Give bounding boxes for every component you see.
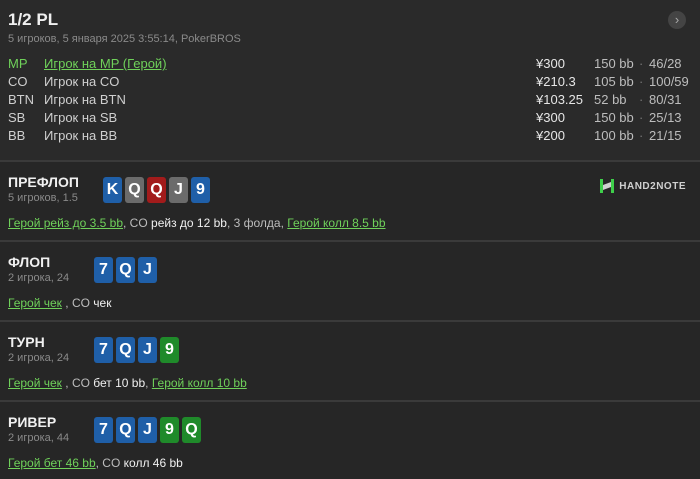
player-stack: ¥200 (536, 128, 565, 143)
action-separator: , CO (123, 216, 152, 230)
playing-card: J (169, 177, 188, 203)
player-row-co: CO Игрок на CO ¥210.3 105 bb · 100/59 (8, 73, 689, 91)
playing-card: 7 (94, 257, 113, 283)
player-stack-bb: 100 bb (594, 128, 634, 143)
playing-card: Q (116, 337, 135, 363)
playing-card: J (138, 417, 157, 443)
playing-card: K (103, 177, 122, 203)
player-stats: 100/59 (649, 74, 689, 89)
playing-card: Q (125, 177, 144, 203)
player-stack: ¥210.3 (536, 74, 576, 89)
hand-title: 1/2 PL (8, 10, 59, 29)
player-stack-bb: 105 bb (594, 74, 634, 89)
hand2note-logo-text: HAND2NOTE (619, 180, 686, 192)
player-stack: ¥300 (536, 56, 565, 71)
hero-action[interactable]: Герой чек (8, 376, 62, 390)
playing-card: 9 (191, 177, 210, 203)
player-position: BB (8, 128, 26, 143)
street-info: 5 игроков, 1.5 (8, 192, 78, 204)
playing-card: 9 (160, 417, 179, 443)
street-name: ТУРН (8, 334, 45, 350)
flop-cards: 7 Q J (94, 257, 157, 283)
player-row-mp: MP Игрок на MP (Герой) ¥300 150 bb · 46/… (8, 55, 688, 73)
hero-action[interactable]: Герой колл 8.5 bb (287, 216, 385, 230)
street-name: ФЛОП (8, 254, 51, 270)
opponent-action: чек (93, 296, 112, 310)
playing-card: 7 (94, 417, 113, 443)
stat-separator: · (639, 74, 644, 89)
hand-subtitle: 5 игроков, 5 января 2025 3:55:14, PokerB… (8, 33, 241, 45)
street-flop: ФЛОП 2 игрока, 24 7 Q J Герой чек , CO ч… (0, 242, 700, 322)
street-name: ПРЕФЛОП (8, 174, 79, 190)
playing-card: Q (116, 417, 135, 443)
stat-separator: · (639, 92, 644, 107)
player-stats: 25/13 (649, 110, 682, 125)
player-name: Игрок на SB (44, 110, 118, 125)
action-separator: , CO (61, 296, 94, 310)
stat-separator: · (639, 110, 644, 125)
playing-card: J (138, 337, 157, 363)
action-separator: , (145, 376, 152, 390)
street-actions: Герой рейз до 3.5 bb, CO рейз до 12 bb, … (8, 216, 386, 230)
street-river: РИВЕР 2 игрока, 44 7 Q J 9 Q Герой бет 4… (0, 402, 700, 479)
street-name: РИВЕР (8, 414, 57, 430)
player-row-bb: BB Игрок на BB ¥200 100 bb · 21/15 (8, 127, 688, 145)
street-preflop: ПРЕФЛОП 5 игроков, 1.5 K Q Q J 9 HAND2NO… (0, 162, 700, 242)
player-stack-bb: 52 bb (594, 92, 627, 107)
playing-card: J (138, 257, 157, 283)
street-info: 2 игрока, 24 (8, 352, 70, 364)
hand2note-logo: HAND2NOTE (599, 178, 686, 194)
street-info: 2 игрока, 24 (8, 272, 70, 284)
hero-action[interactable]: Герой рейз до 3.5 bb (8, 216, 123, 230)
opponent-action: колл 46 bb (123, 456, 183, 470)
hero-action[interactable]: Герой колл 10 bb (152, 376, 247, 390)
player-stats: 21/15 (649, 128, 682, 143)
chevron-right-icon[interactable]: › (668, 11, 686, 29)
player-name: Игрок на BTN (44, 92, 126, 107)
action-separator: , CO (61, 376, 94, 390)
river-cards: 7 Q J 9 Q (94, 417, 201, 443)
opponent-action: бет 10 bb (93, 376, 146, 390)
player-row-sb: SB Игрок на SB ¥300 150 bb · 25/13 (8, 109, 688, 127)
hand-header: 1/2 PL 5 игроков, 5 января 2025 3:55:14,… (0, 0, 700, 162)
player-stack-bb: 150 bb (594, 56, 634, 71)
hero-action[interactable]: Герой чек (8, 296, 62, 310)
playing-card: Q (182, 417, 201, 443)
playing-card: Q (147, 177, 166, 203)
playing-card: 7 (94, 337, 113, 363)
player-stats: 80/31 (649, 92, 682, 107)
player-stack-bb: 150 bb (594, 110, 634, 125)
player-name: Игрок на CO (44, 74, 120, 89)
street-actions: Герой чек , CO бет 10 bb, Герой колл 10 … (8, 376, 247, 390)
playing-card: 9 (160, 337, 179, 363)
player-stack: ¥300 (536, 110, 565, 125)
player-position: SB (8, 110, 26, 125)
hero-action[interactable]: Герой бет 46 bb (8, 456, 96, 470)
player-position: BTN (8, 92, 34, 107)
street-info: 2 игрока, 44 (8, 432, 70, 444)
player-position: CO (8, 74, 28, 89)
player-name: Игрок на BB (44, 128, 118, 143)
street-turn: ТУРН 2 игрока, 24 7 Q J 9 Герой чек , CO… (0, 322, 700, 402)
action-separator: , 3 фолда, (226, 216, 288, 230)
hand2note-logo-icon (600, 179, 615, 193)
playing-card: Q (116, 257, 135, 283)
player-position: MP (8, 56, 28, 71)
stat-separator: · (639, 128, 644, 143)
action-separator: , CO (95, 456, 124, 470)
players-table: MP Игрок на MP (Герой) ¥300 150 bb · 46/… (8, 55, 689, 145)
preflop-cards: K Q Q J 9 (103, 177, 210, 203)
player-row-btn: BTN Игрок на BTN ¥103.25 52 bb · 80/31 (8, 91, 688, 109)
player-stack: ¥103.25 (536, 92, 583, 107)
street-actions: Герой бет 46 bb, CO колл 46 bb (8, 456, 183, 470)
opponent-action: рейз до 12 bb (151, 216, 227, 230)
player-stats: 46/28 (649, 56, 682, 71)
turn-cards: 7 Q J 9 (94, 337, 179, 363)
player-name: Игрок на MP (Герой) (44, 56, 167, 71)
street-actions: Герой чек , CO чек (8, 296, 111, 310)
stat-separator: · (639, 56, 644, 71)
